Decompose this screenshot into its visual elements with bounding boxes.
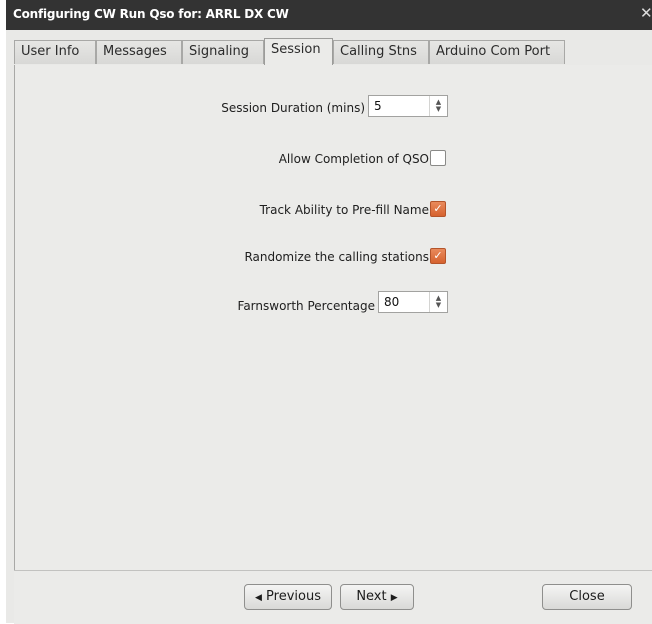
previous-button[interactable]: ◀ Previous [244, 584, 332, 610]
session-duration-label: Session Duration (mins) [221, 101, 365, 115]
next-button[interactable]: Next ▶ [340, 584, 414, 610]
close-button[interactable]: Close [542, 584, 632, 610]
farnsworth-spinner[interactable]: 80 ▲ ▼ [378, 291, 448, 313]
tab-label: Session [271, 42, 321, 57]
close-icon[interactable]: ✕ [640, 4, 652, 22]
allow-completion-label: Allow Completion of QSO [278, 152, 429, 166]
tab-bar: User Info Messages Signaling Session Cal… [14, 38, 652, 66]
tab-arduino-com-port[interactable]: Arduino Com Port [429, 40, 565, 64]
allow-completion-checkbox[interactable] [430, 150, 446, 166]
spinner-arrows-icon[interactable]: ▲ ▼ [429, 292, 447, 312]
chevron-left-icon: ◀ [254, 593, 262, 603]
config-dialog: Configuring CW Run Qso for: ARRL DX CW ✕… [6, 0, 652, 624]
previous-label: Previous [266, 589, 321, 604]
chevron-right-icon: ▶ [390, 593, 398, 603]
button-bar: ◀ Previous Next ▶ Close [14, 570, 652, 624]
session-duration-spinner[interactable]: 5 ▲ ▼ [368, 95, 448, 117]
tab-label: Signaling [189, 44, 250, 59]
check-icon: ✓ [433, 249, 443, 262]
window-title: Configuring CW Run Qso for: ARRL DX CW [13, 7, 289, 21]
tab-session[interactable]: Session [264, 38, 333, 66]
spinner-arrows-icon[interactable]: ▲ ▼ [429, 96, 447, 116]
farnsworth-label: Farnsworth Percentage [237, 299, 375, 313]
track-prefill-checkbox[interactable]: ✓ [430, 201, 446, 217]
title-bar[interactable]: Configuring CW Run Qso for: ARRL DX CW ✕ [6, 0, 652, 30]
tab-messages[interactable]: Messages [96, 40, 182, 64]
tab-label: Messages [103, 44, 167, 59]
session-panel: Session Duration (mins) 5 ▲ ▼ Allow Compl… [14, 65, 652, 570]
check-icon: ✓ [433, 202, 443, 215]
tab-label: Calling Stns [340, 44, 417, 59]
tab-label: Arduino Com Port [436, 44, 551, 59]
next-label: Next [356, 589, 387, 604]
track-prefill-label: Track Ability to Pre-fill Name [259, 203, 429, 217]
randomize-label: Randomize the calling stations [244, 250, 429, 264]
tab-user-info[interactable]: User Info [14, 40, 96, 64]
tab-calling-stns[interactable]: Calling Stns [333, 40, 429, 64]
close-label: Close [569, 589, 605, 604]
session-duration-value[interactable]: 5 [374, 99, 382, 113]
tab-signaling[interactable]: Signaling [182, 40, 264, 64]
tab-label: User Info [21, 44, 80, 59]
randomize-checkbox[interactable]: ✓ [430, 248, 446, 264]
farnsworth-value[interactable]: 80 [384, 295, 399, 309]
